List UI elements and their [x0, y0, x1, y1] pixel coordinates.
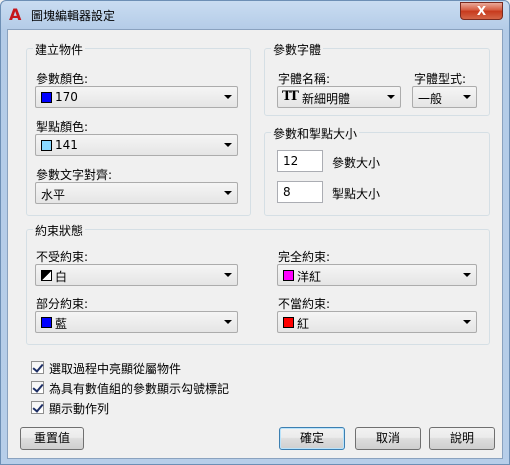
text-align-value: 水平	[41, 188, 66, 202]
improper-constrained-value: 紅	[297, 317, 310, 331]
param-color-dropdown[interactable]: 170	[35, 86, 238, 108]
highlight-dependent-label: 選取過程中亮顯從屬物件	[49, 362, 182, 376]
grip-color-label: 掣點顏色:	[36, 120, 89, 134]
chevron-down-icon	[463, 95, 471, 99]
dialog-body: 建立物件 參數顏色: 170 掣點顏色: 141 參數文字對齊: 水平 參數字體…	[7, 29, 503, 459]
font-name-label: 字體名稱:	[278, 72, 331, 86]
font-style-dropdown[interactable]: 一般	[412, 86, 477, 108]
truetype-font-icon: TT	[282, 89, 299, 104]
color-swatch	[41, 317, 52, 328]
partial-constrained-value: 藍	[55, 317, 68, 331]
param-grip-size-group: 參數和掣點大小	[264, 125, 490, 216]
group-title: 建立物件	[33, 41, 86, 58]
dialog-window: A 圖塊編輯器設定 X 建立物件 參數顏色: 170 掣點顏色: 141 參數文…	[0, 0, 510, 465]
group-title: 參數和掣點大小	[271, 125, 360, 142]
text-align-dropdown[interactable]: 水平	[35, 182, 238, 204]
param-size-input[interactable]: 12	[277, 150, 323, 172]
font-style-value: 一般	[418, 92, 443, 106]
color-swatch	[41, 92, 52, 103]
color-swatch	[283, 317, 294, 328]
color-swatch	[41, 140, 52, 151]
font-name-value: 新細明體	[302, 92, 351, 106]
grip-size-label: 掣點大小	[332, 187, 381, 201]
show-action-bar-checkbox[interactable]	[31, 401, 44, 414]
chevron-down-icon	[224, 191, 232, 195]
reset-button[interactable]: 重置值	[20, 427, 84, 450]
improper-constrained-label: 不當約束:	[278, 297, 331, 311]
param-color-label: 參數顏色:	[36, 72, 89, 86]
group-title: 約束狀態	[33, 222, 86, 239]
text-align-label: 參數文字對齊:	[36, 168, 113, 182]
unconstrained-color-dropdown[interactable]: 白	[35, 264, 238, 286]
chevron-down-icon	[387, 95, 395, 99]
chevron-down-icon	[463, 320, 471, 324]
partial-constrained-color-dropdown[interactable]: 藍	[35, 311, 238, 333]
fully-constrained-color-dropdown[interactable]: 洋紅	[277, 264, 477, 286]
show-value-set-marker-label: 為具有數值組的參數顯示勾號標記	[49, 382, 230, 396]
unconstrained-value: 白	[55, 270, 68, 284]
close-button[interactable]: X	[460, 2, 503, 20]
grip-size-input[interactable]: 8	[277, 181, 323, 203]
param-size-label: 參數大小	[332, 156, 381, 170]
improper-constrained-color-dropdown[interactable]: 紅	[277, 311, 477, 333]
grip-color-dropdown[interactable]: 141	[35, 134, 238, 156]
window-title: 圖塊編輯器設定	[31, 9, 116, 23]
font-name-dropdown[interactable]: TT 新細明體	[277, 86, 401, 108]
fully-constrained-label: 完全約束:	[278, 250, 331, 264]
chevron-down-icon	[224, 143, 232, 147]
chevron-down-icon	[224, 95, 232, 99]
partial-constrained-label: 部分約束:	[36, 297, 89, 311]
param-color-value: 170	[55, 90, 78, 104]
show-action-bar-label: 顯示動作列	[49, 402, 110, 416]
highlight-dependent-checkbox[interactable]	[31, 361, 44, 374]
cancel-button[interactable]: 取消	[355, 427, 421, 450]
grip-color-value: 141	[55, 138, 78, 152]
chevron-down-icon	[463, 273, 471, 277]
title-bar[interactable]: A 圖塊編輯器設定 X	[1, 1, 509, 29]
unconstrained-label: 不受約束:	[36, 250, 89, 264]
chevron-down-icon	[224, 320, 232, 324]
autocad-logo-icon: A	[9, 5, 22, 24]
show-value-set-marker-checkbox[interactable]	[31, 381, 44, 394]
chevron-down-icon	[224, 273, 232, 277]
color-swatch	[283, 270, 294, 281]
fully-constrained-value: 洋紅	[297, 270, 322, 284]
help-button[interactable]: 說明	[429, 427, 495, 450]
group-title: 參數字體	[271, 41, 324, 58]
ok-button[interactable]: 確定	[279, 427, 345, 450]
color-swatch	[41, 270, 52, 281]
font-style-label: 字體型式:	[414, 72, 467, 86]
